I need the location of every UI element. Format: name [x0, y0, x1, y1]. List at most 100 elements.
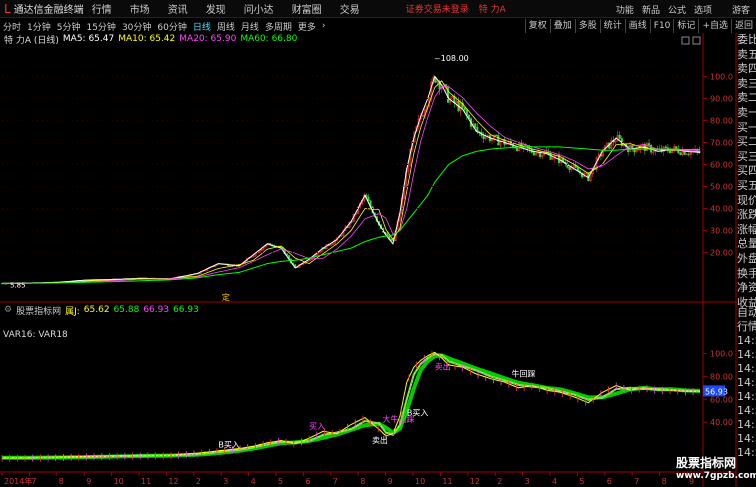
- menu-market[interactable]: 市场: [130, 1, 150, 16]
- tool-adjust[interactable]: 复权: [524, 19, 550, 33]
- candle-body: [553, 155, 556, 159]
- candle-body: [373, 212, 376, 217]
- candle-body: [84, 279, 87, 281]
- menu-trade[interactable]: 交易: [340, 1, 360, 16]
- tick-row-label: 14:50: [737, 390, 756, 403]
- candle-body: [90, 280, 94, 282]
- candle-body: [434, 77, 437, 83]
- menu-new[interactable]: 新品: [642, 3, 660, 16]
- candle-body: [673, 146, 676, 150]
- candle-body: [369, 200, 372, 208]
- menu-quotes[interactable]: 行情: [92, 1, 112, 16]
- candle-body: [440, 86, 443, 90]
- ind-y-tick-label: 40.00: [710, 418, 733, 427]
- period-multi[interactable]: 多周期: [265, 20, 292, 33]
- candle-body: [635, 150, 638, 153]
- candle-body: [484, 136, 487, 139]
- candle-body: [421, 115, 424, 117]
- candle-body: [423, 109, 427, 116]
- candle-body: [509, 141, 512, 145]
- x-tick-label: 4: [552, 477, 557, 486]
- menu-ask[interactable]: 问小达: [244, 1, 274, 16]
- period-5min[interactable]: 5分钟: [57, 20, 81, 33]
- candle-body: [49, 282, 52, 284]
- y-tick-label: 80.00: [710, 116, 733, 125]
- candle-body: [426, 105, 429, 110]
- candle-body: [168, 278, 171, 281]
- y-tick-label: 20.00: [710, 249, 733, 258]
- ma20-label: MA20: 65.90: [179, 34, 237, 44]
- tick-row-label: 自动: [737, 306, 756, 319]
- candle-body: [566, 163, 569, 168]
- candle-body: [344, 226, 347, 231]
- candle-body: [356, 206, 360, 214]
- period-timeshare[interactable]: 分时: [3, 20, 21, 33]
- period-more[interactable]: 更多: [298, 20, 316, 33]
- period-15min[interactable]: 15分钟: [86, 20, 115, 33]
- period-monthly[interactable]: 月线: [241, 20, 259, 33]
- x-tick-label: 3: [223, 477, 228, 486]
- candle-body: [122, 278, 125, 280]
- candle-body: [329, 244, 332, 246]
- menu-function[interactable]: 功能: [616, 3, 634, 16]
- x-tick-label: 12: [168, 477, 178, 486]
- candle-body: [513, 147, 517, 149]
- menu-discover[interactable]: 发现: [206, 1, 226, 16]
- user-label[interactable]: 游客: [732, 3, 750, 16]
- tool-stats[interactable]: 统计: [599, 19, 625, 33]
- tool-back[interactable]: 返回: [730, 19, 756, 33]
- candle-body: [229, 265, 232, 267]
- candle-body: [662, 146, 665, 153]
- candle-body: [419, 116, 422, 120]
- candle-body: [88, 279, 91, 281]
- candle-body: [446, 87, 450, 103]
- current-stock: 特 力A: [478, 5, 506, 15]
- period-1min[interactable]: 1分钟: [27, 20, 51, 33]
- candle-body: [42, 281, 45, 284]
- indicator-gear-icon[interactable]: ⚙: [4, 305, 12, 315]
- candle-body: [340, 235, 343, 237]
- login-status[interactable]: 证券交易未登录: [406, 2, 469, 15]
- candle-body: [114, 278, 117, 281]
- indicator-band-outer: [2, 353, 701, 460]
- period-60min[interactable]: 60分钟: [157, 20, 186, 33]
- period-daily[interactable]: 日线: [193, 20, 211, 33]
- candle-body: [289, 258, 293, 264]
- tool-mark[interactable]: 标记: [673, 19, 698, 33]
- candle-body: [415, 126, 418, 133]
- tick-row-label: 14:50: [737, 348, 756, 361]
- candle-body: [292, 262, 295, 265]
- tool-add-favorite[interactable]: +自选: [698, 19, 731, 33]
- app-logo-icon: L: [4, 1, 11, 16]
- signal-label: 卖出: [372, 435, 388, 445]
- candle-body: [132, 278, 135, 280]
- candle-body: [647, 143, 651, 146]
- period-30min[interactable]: 30分钟: [122, 20, 151, 33]
- candle-body: [578, 170, 581, 173]
- candle-body: [495, 134, 498, 136]
- indicator-name[interactable]: 股票指标网: [16, 304, 61, 317]
- y-tick-label: 100.0: [710, 72, 733, 81]
- menu-news[interactable]: 资讯: [168, 1, 188, 16]
- price-chart[interactable]: 100.0 90.00 80.00 70.00 60.00 50.00 40.00 30.00…: [0, 0, 756, 487]
- tool-draw[interactable]: 画线: [624, 19, 650, 33]
- candle-body: [505, 142, 508, 145]
- menu-options[interactable]: 选项: [694, 3, 712, 16]
- candle-body: [354, 213, 357, 215]
- candle-body: [361, 200, 364, 204]
- menu-wealth[interactable]: 财富圈: [292, 1, 322, 16]
- candle-body: [137, 277, 140, 280]
- tool-overlay[interactable]: 叠加: [549, 19, 575, 33]
- tick-row-label: 14:50: [737, 404, 756, 417]
- period-weekly[interactable]: 周线: [217, 20, 235, 33]
- chevron-right-icon[interactable]: ›: [322, 21, 326, 31]
- menu-formula[interactable]: 公式: [668, 3, 686, 16]
- quote-row-label: 涨幅: [737, 222, 756, 236]
- quote-row-label: 卖一: [737, 105, 756, 119]
- app-title: 通达信金融终端: [13, 5, 84, 16]
- indicator-v3: 66.93: [143, 305, 170, 315]
- tool-f10[interactable]: F10: [649, 19, 674, 33]
- candle-body: [342, 230, 345, 236]
- tool-multi-stock[interactable]: 多股: [574, 19, 600, 33]
- candle-body: [637, 149, 640, 151]
